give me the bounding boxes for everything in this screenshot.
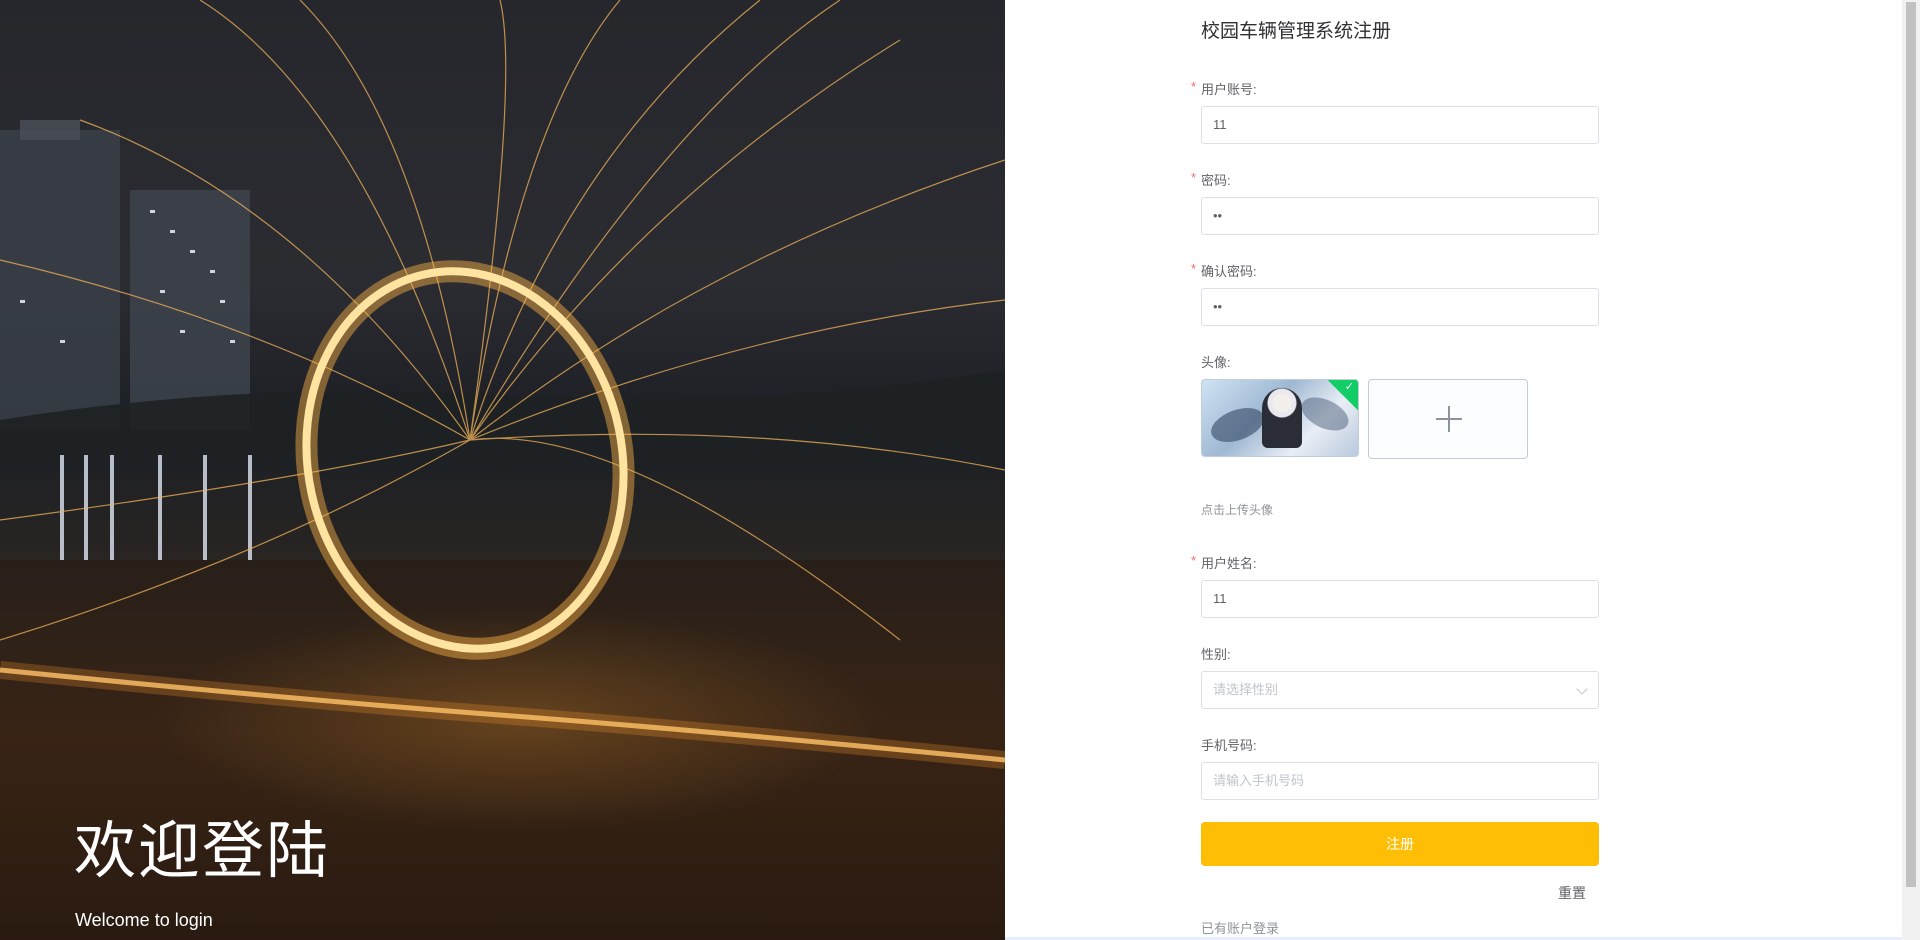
password-input[interactable]: •• xyxy=(1201,197,1599,235)
register-button[interactable]: 注册 xyxy=(1201,822,1599,866)
login-link[interactable]: 已有账户登录 xyxy=(1201,918,1279,937)
form-title: 校园车辆管理系统注册 xyxy=(1201,21,1392,42)
reset-button[interactable]: 重置 xyxy=(1558,883,1586,903)
hero-subtitle: Welcome to login xyxy=(75,910,213,930)
chevron-down-icon xyxy=(1576,683,1588,695)
gender-select[interactable]: 请选择性别 xyxy=(1201,671,1599,709)
required-mark: * xyxy=(1191,79,1197,94)
avatar-preview[interactable]: ✓ xyxy=(1201,379,1359,457)
avatar-upload-button[interactable] xyxy=(1368,379,1528,459)
account-input[interactable]: 11 xyxy=(1201,106,1599,144)
avatar-hint: 点击上传头像 xyxy=(1201,503,1274,517)
phone-input[interactable]: 请输入手机号码 xyxy=(1201,762,1599,800)
register-panel: 校园车辆管理系统注册 * 用户账号: 11 * 密码: •• * 确认密码: •… xyxy=(1005,0,1905,940)
hero-banner: 欢迎登陆 Welcome to login xyxy=(0,0,1005,940)
account-label: * 用户账号: xyxy=(1191,79,1257,97)
password-label: * 密码: xyxy=(1191,170,1231,188)
hero-image xyxy=(0,0,1005,940)
hero-title: 欢迎登陆 xyxy=(74,814,331,887)
avatar-label: 头像: xyxy=(1201,355,1231,370)
confirm-password-label: * 确认密码: xyxy=(1191,261,1257,279)
phone-label: 手机号码: xyxy=(1201,738,1257,753)
gender-label: 性别: xyxy=(1201,647,1231,662)
name-label: * 用户姓名: xyxy=(1191,553,1257,571)
page-scrollbar[interactable] xyxy=(1902,0,1920,940)
required-mark: * xyxy=(1191,553,1197,568)
check-icon: ✓ xyxy=(1344,380,1354,393)
required-mark: * xyxy=(1191,261,1197,276)
required-mark: * xyxy=(1191,170,1197,185)
scrollbar-thumb[interactable] xyxy=(1906,2,1916,887)
name-input[interactable]: 11 xyxy=(1201,580,1599,618)
confirm-password-input[interactable]: •• xyxy=(1201,288,1599,326)
